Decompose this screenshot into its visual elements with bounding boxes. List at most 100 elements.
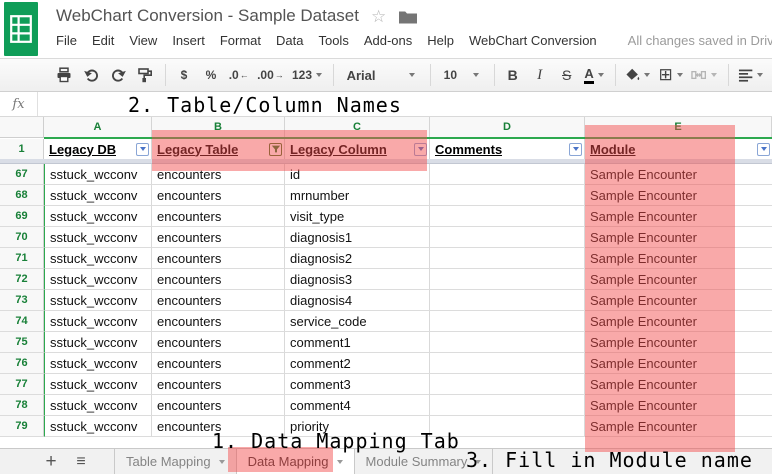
row-number[interactable]: 69	[0, 206, 44, 227]
star-icon[interactable]: ☆	[371, 8, 386, 25]
number-format-button[interactable]: 123	[292, 63, 321, 87]
cell[interactable]: sstuck_wcconv	[44, 206, 152, 227]
menu-format[interactable]: Format	[220, 33, 261, 48]
cell[interactable]: sstuck_wcconv	[44, 416, 152, 437]
cell[interactable]: encounters	[152, 332, 285, 353]
cell[interactable]: Sample Encounter	[585, 311, 772, 332]
cell[interactable]: encounters	[152, 206, 285, 227]
header-cell[interactable]: Legacy Column	[285, 139, 430, 160]
horizontal-align-button[interactable]	[738, 63, 763, 87]
filter-dropdown-icon[interactable]	[757, 143, 770, 156]
folder-icon[interactable]	[398, 9, 418, 24]
cell[interactable]	[430, 311, 585, 332]
sheet-tab-menu-icon[interactable]	[475, 460, 481, 464]
filter-dropdown-icon[interactable]	[136, 143, 149, 156]
row-number[interactable]: 68	[0, 185, 44, 206]
sheet-tab-menu-icon[interactable]	[337, 460, 343, 464]
italic-button[interactable]: I	[531, 63, 549, 87]
row-number[interactable]: 79	[0, 416, 44, 437]
all-sheets-menu-button[interactable]: ≡	[66, 449, 96, 474]
cell[interactable]	[430, 353, 585, 374]
column-letter-b[interactable]: B	[152, 117, 285, 138]
font-size-select[interactable]: 10	[440, 63, 483, 87]
cell[interactable]	[430, 395, 585, 416]
row-number[interactable]: 72	[0, 269, 44, 290]
cell[interactable]: encounters	[152, 353, 285, 374]
cell[interactable]	[430, 185, 585, 206]
cell[interactable]: sstuck_wcconv	[44, 164, 152, 185]
redo-icon[interactable]	[109, 63, 127, 87]
font-family-select[interactable]: Arial	[343, 63, 419, 87]
menu-webchart-conversion[interactable]: WebChart Conversion	[469, 33, 597, 48]
formula-bar[interactable]: fx	[0, 92, 772, 117]
cell[interactable]: sstuck_wcconv	[44, 395, 152, 416]
cell[interactable]	[430, 290, 585, 311]
cell[interactable]: Sample Encounter	[585, 164, 772, 185]
cell[interactable]: encounters	[152, 185, 285, 206]
undo-icon[interactable]	[82, 63, 100, 87]
filter-active-icon[interactable]	[269, 143, 282, 156]
row-number[interactable]: 78	[0, 395, 44, 416]
cell[interactable]: Sample Encounter	[585, 248, 772, 269]
cell[interactable]	[430, 206, 585, 227]
select-all-corner[interactable]	[0, 117, 44, 138]
row-number[interactable]: 77	[0, 374, 44, 395]
menu-data[interactable]: Data	[276, 33, 303, 48]
cell[interactable]: diagnosis2	[285, 248, 430, 269]
strikethrough-button[interactable]: S	[558, 63, 576, 87]
menu-view[interactable]: View	[129, 33, 157, 48]
cell[interactable]: encounters	[152, 311, 285, 332]
cell[interactable]: service_code	[285, 311, 430, 332]
sheet-tab-module-summary[interactable]: Module Summary	[355, 449, 494, 474]
cell[interactable]: Sample Encounter	[585, 290, 772, 311]
cell[interactable]: diagnosis1	[285, 227, 430, 248]
paint-format-icon[interactable]	[136, 63, 154, 87]
column-letter-e[interactable]: E	[585, 117, 772, 138]
cell[interactable]: Sample Encounter	[585, 353, 772, 374]
cell[interactable]: encounters	[152, 248, 285, 269]
row-number[interactable]: 76	[0, 353, 44, 374]
cell[interactable]: mrnumber	[285, 185, 430, 206]
cell[interactable]	[430, 332, 585, 353]
cell[interactable]: Sample Encounter	[585, 374, 772, 395]
cell[interactable]	[430, 227, 585, 248]
cell[interactable]: Sample Encounter	[585, 206, 772, 227]
cell[interactable]: encounters	[152, 164, 285, 185]
row-number[interactable]: 71	[0, 248, 44, 269]
cell[interactable]: sstuck_wcconv	[44, 332, 152, 353]
text-color-button[interactable]: A	[585, 63, 604, 87]
cell[interactable]	[430, 248, 585, 269]
cell[interactable]: sstuck_wcconv	[44, 185, 152, 206]
column-letter-d[interactable]: D	[430, 117, 585, 138]
cell[interactable]	[430, 416, 585, 437]
print-icon[interactable]	[55, 63, 73, 87]
cell[interactable]: sstuck_wcconv	[44, 248, 152, 269]
cell[interactable]: Sample Encounter	[585, 227, 772, 248]
bold-button[interactable]: B	[504, 63, 522, 87]
row-number[interactable]: 67	[0, 164, 44, 185]
column-letter-c[interactable]: C	[285, 117, 430, 138]
currency-format-button[interactable]: $	[175, 63, 193, 87]
row-number[interactable]: 74	[0, 311, 44, 332]
fill-color-button[interactable]	[625, 63, 650, 87]
merge-cells-button[interactable]	[691, 63, 716, 87]
cell[interactable]: sstuck_wcconv	[44, 374, 152, 395]
menu-file[interactable]: File	[56, 33, 77, 48]
cell[interactable]: Sample Encounter	[585, 185, 772, 206]
header-cell[interactable]: Legacy Table	[152, 139, 285, 160]
sheet-tab-table-mapping[interactable]: Table Mapping	[114, 449, 237, 474]
cell[interactable]	[430, 374, 585, 395]
increase-decimal-button[interactable]: .00→	[257, 63, 283, 87]
row-number[interactable]: 73	[0, 290, 44, 311]
cell[interactable]: Sample Encounter	[585, 395, 772, 416]
cell[interactable]: sstuck_wcconv	[44, 353, 152, 374]
row-number[interactable]: 75	[0, 332, 44, 353]
cell[interactable]: sstuck_wcconv	[44, 311, 152, 332]
menu-insert[interactable]: Insert	[172, 33, 205, 48]
document-title[interactable]: WebChart Conversion - Sample Dataset	[56, 6, 359, 26]
cell[interactable]: encounters	[152, 416, 285, 437]
column-letter-a[interactable]: A	[44, 117, 152, 138]
filter-dropdown-icon[interactable]	[569, 143, 582, 156]
cell[interactable]: visit_type	[285, 206, 430, 227]
cell[interactable]: encounters	[152, 227, 285, 248]
